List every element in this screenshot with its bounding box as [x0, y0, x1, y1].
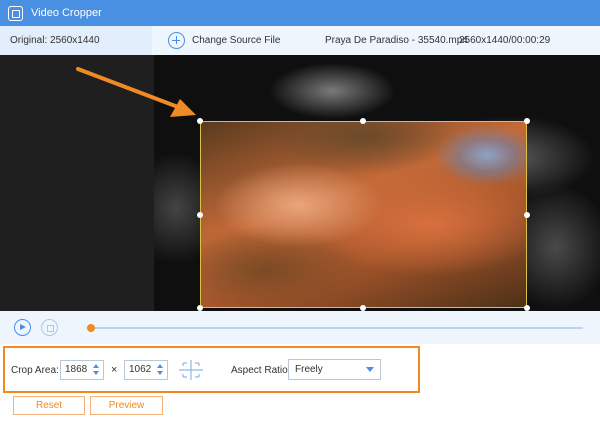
- crop-height-value: 1062: [129, 364, 152, 375]
- file-name: Praya De Paradiso - 35540.mp4: [325, 35, 468, 46]
- change-source-label: Change Source File: [192, 35, 281, 46]
- timeline-knob[interactable]: [87, 324, 95, 332]
- file-resolution-duration: 2560x1440/00:00:29: [459, 35, 551, 46]
- crop-rectangle[interactable]: [200, 121, 527, 308]
- video-preview-area: [0, 55, 600, 311]
- stop-icon[interactable]: [41, 319, 58, 336]
- spinner-arrows-icon[interactable]: [92, 363, 101, 377]
- crop-width-input[interactable]: 1868: [60, 360, 104, 380]
- aspect-ratio-select[interactable]: Freely: [288, 359, 381, 380]
- app-logo-icon: [8, 5, 23, 21]
- spinner-arrows-icon[interactable]: [156, 363, 165, 377]
- timeline-track[interactable]: [90, 327, 583, 329]
- title-bar: Video Cropper: [0, 0, 600, 26]
- reset-button[interactable]: Reset: [13, 396, 85, 415]
- plus-circle-icon: [168, 32, 185, 49]
- crop-handle-top-center[interactable]: [360, 118, 366, 124]
- chevron-down-icon: [366, 367, 374, 372]
- times-separator: ×: [111, 364, 118, 376]
- center-crop-icon[interactable]: [178, 359, 204, 381]
- crop-handle-middle-right[interactable]: [524, 212, 530, 218]
- annotation-arrow-icon: [76, 67, 196, 117]
- original-resolution: Original: 2560x1440: [0, 26, 152, 55]
- crop-handle-middle-left[interactable]: [197, 212, 203, 218]
- change-source-button[interactable]: Change Source File: [168, 26, 280, 55]
- app-title: Video Cropper: [31, 7, 102, 19]
- crop-area-label: Crop Area:: [11, 365, 59, 376]
- crop-height-input[interactable]: 1062: [124, 360, 168, 380]
- crop-width-value: 1868: [65, 364, 88, 375]
- aspect-ratio-label: Aspect Ratio:: [231, 365, 291, 376]
- play-icon[interactable]: [14, 319, 31, 336]
- aspect-ratio-value: Freely: [295, 364, 323, 375]
- crop-handle-top-right[interactable]: [524, 118, 530, 124]
- info-bar: Original: 2560x1440 Change Source File P…: [0, 26, 600, 55]
- playback-bar: [0, 311, 600, 344]
- preview-button[interactable]: Preview: [90, 396, 163, 415]
